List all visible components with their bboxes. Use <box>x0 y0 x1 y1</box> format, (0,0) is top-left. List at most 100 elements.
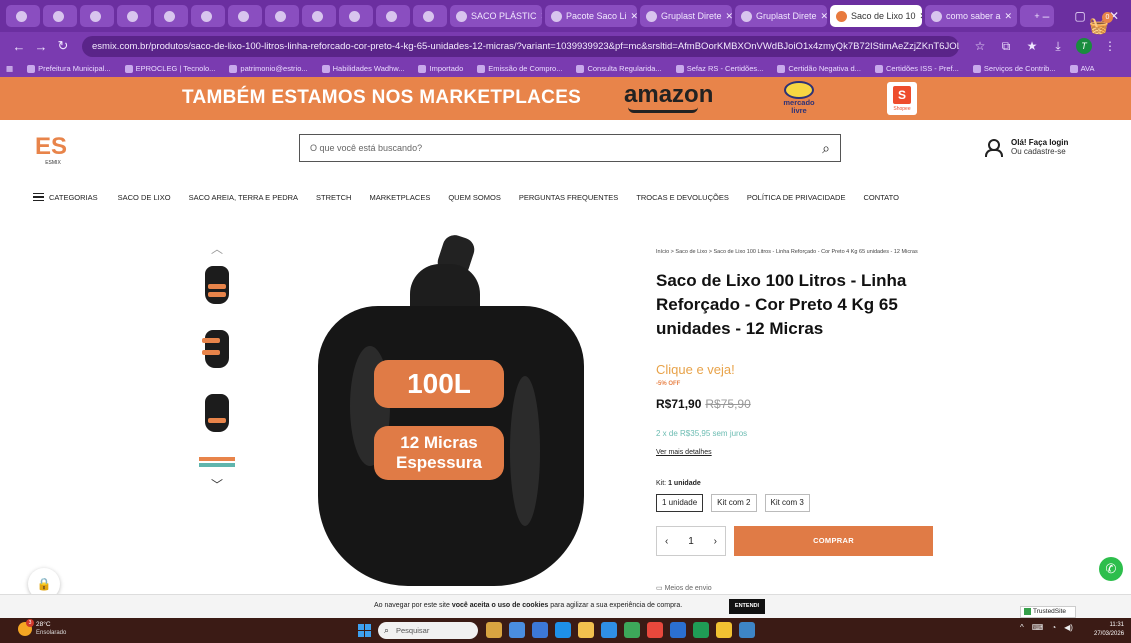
bookmark-item[interactable]: patrimonio@estrio... <box>229 64 308 73</box>
breadcrumb[interactable]: Início > Saco de Lixo > Saco de Lixo 100… <box>656 248 946 257</box>
bookmark-item[interactable]: Serviços de Contrib... <box>972 64 1056 73</box>
tab[interactable]: Pacote Saco Li ✕ <box>545 5 637 27</box>
tab-close-icon[interactable]: ✕ <box>916 11 922 22</box>
search-icon[interactable]: ⌕ <box>812 140 840 157</box>
edge-icon[interactable] <box>601 622 617 638</box>
tab-close-icon[interactable]: ✕ <box>537 11 542 22</box>
menu-icon[interactable]: ⋮ <box>1097 39 1123 53</box>
site-logo[interactable]: ES ESMIX <box>35 134 71 174</box>
whatsapp-app-icon[interactable] <box>624 622 640 638</box>
tab[interactable]: SACO PLÁSTIC✕ <box>450 5 542 27</box>
language-icon[interactable]: ⌨ <box>1032 623 1044 632</box>
increment-icon[interactable]: › <box>714 536 717 547</box>
excel-icon[interactable] <box>693 622 709 638</box>
bookmark-star-icon[interactable]: ☆ <box>967 39 993 53</box>
app-icon[interactable] <box>555 622 571 638</box>
forward-icon[interactable]: → <box>30 39 52 54</box>
nav-item-privacidade[interactable]: POLÍTICA DE PRIVACIDADE <box>747 193 846 202</box>
tab-pinned-12[interactable] <box>413 5 447 27</box>
bookmark-item[interactable]: Certidão Negativa d... <box>777 64 861 73</box>
extensions-icon[interactable]: ⧉ <box>993 39 1019 54</box>
bookmark-item[interactable]: Certidões ISS - Pref... <box>874 64 959 73</box>
back-icon[interactable]: ← <box>8 39 30 54</box>
login-label[interactable]: Olá! Faça login <box>1011 138 1068 147</box>
nav-item-stretch[interactable]: STRETCH <box>316 193 351 202</box>
promo-cta[interactable]: Clique e veja! <box>656 362 735 377</box>
bookmark-item[interactable]: Prefeitura Municipal... <box>27 64 111 73</box>
task-view-icon[interactable] <box>509 622 525 638</box>
bookmark-item[interactable]: Sefaz RS - Certidões... <box>675 64 763 73</box>
trusted-site-badge[interactable]: TrustedSite <box>1020 606 1076 618</box>
kit-option-1[interactable]: 1 unidade <box>656 494 704 512</box>
app-icon[interactable] <box>532 622 548 638</box>
tab-pinned-6[interactable] <box>191 5 225 27</box>
clock[interactable]: 11:31 27/03/2026 <box>1094 621 1124 639</box>
tab-pinned-3[interactable] <box>80 5 114 27</box>
tab-close-icon[interactable]: ✕ <box>1001 11 1013 22</box>
downloads-icon[interactable]: ⤓ <box>1045 39 1071 54</box>
chevron-up-icon[interactable]: ^ <box>1020 623 1024 632</box>
chrome-icon[interactable] <box>647 622 663 638</box>
reload-icon[interactable]: ↻ <box>52 38 74 54</box>
tab-close-icon[interactable]: ✕ <box>722 11 732 22</box>
windows-start-icon[interactable] <box>358 624 371 637</box>
register-label[interactable]: Ou cadastre-se <box>1011 147 1068 156</box>
photos-icon[interactable] <box>739 622 755 638</box>
tab-pinned-9[interactable] <box>302 5 336 27</box>
thumbnail-3[interactable] <box>202 390 232 436</box>
chevron-up-icon[interactable]: ︿ <box>211 240 223 257</box>
tab-pinned-1[interactable] <box>6 5 40 27</box>
apps-grid-icon[interactable]: ▦ <box>6 64 13 73</box>
nav-item-quem-somos[interactable]: QUEM SOMOS <box>448 193 501 202</box>
amazon-logo[interactable]: amazon <box>624 81 713 109</box>
nav-item-perguntas[interactable]: PERGUNTAS FREQUENTES <box>519 193 618 202</box>
tab-pinned-5[interactable] <box>154 5 188 27</box>
chevron-down-icon[interactable]: ﹀ <box>211 476 223 493</box>
favorites-icon[interactable]: ★ <box>1019 39 1045 53</box>
tab-pinned-2[interactable] <box>43 5 77 27</box>
product-main-image[interactable]: 100L 12 Micras Espessura <box>300 232 600 588</box>
bookmark-item[interactable]: AVA <box>1069 64 1095 73</box>
tab-close-icon[interactable]: ✕ <box>627 11 637 22</box>
kit-option-3[interactable]: Kit com 3 <box>764 494 810 512</box>
nav-item-saco-de-lixo[interactable]: SACO DE LIXO <box>118 193 171 202</box>
thumbnail-4[interactable] <box>199 457 235 469</box>
account-link[interactable]: Olá! Faça login Ou cadastre-se <box>985 138 1068 157</box>
profile-avatar[interactable]: T <box>1071 38 1097 54</box>
shipping-methods[interactable]: ▭ Meios de envio <box>656 584 712 592</box>
tab-close-icon[interactable]: ✕ <box>817 11 827 22</box>
thumbnail-2[interactable] <box>202 326 232 372</box>
weather-widget[interactable]: 3 28°C Ensolarado <box>18 619 66 637</box>
file-explorer-icon[interactable] <box>578 622 594 638</box>
nav-item-contato[interactable]: CONTATO <box>863 193 898 202</box>
bookmark-item[interactable]: Habilidades Wadhw... <box>321 64 404 73</box>
minimize-icon[interactable]: – <box>1029 9 1063 23</box>
tab-pinned-11[interactable] <box>376 5 410 27</box>
volume-icon[interactable]: ◀) <box>1064 623 1073 632</box>
bookmark-item[interactable]: EPROCLEG | Tecnolo... <box>124 64 215 73</box>
url-field[interactable]: esmix.com.br/produtos/saco-de-lixo-100-l… <box>82 35 959 57</box>
decrement-icon[interactable]: ‹ <box>665 536 668 547</box>
marketplaces-banner[interactable]: TAMBÉM ESTAMOS NOS MARKETPLACES amazon m… <box>0 77 1131 120</box>
tab[interactable]: como saber a ✕ <box>925 5 1017 27</box>
nav-item-marketplaces[interactable]: MARKETPLACES <box>369 193 430 202</box>
app-icon[interactable] <box>670 622 686 638</box>
tab-pinned-8[interactable] <box>265 5 299 27</box>
kit-option-2[interactable]: Kit com 2 <box>711 494 757 512</box>
tab-pinned-4[interactable] <box>117 5 151 27</box>
mercado-livre-logo[interactable]: mercado livre <box>776 81 822 115</box>
shopee-logo[interactable]: S Shopee <box>887 82 917 115</box>
thumbnail-1[interactable] <box>202 262 232 308</box>
tab[interactable]: Gruplast Direte ✕ <box>640 5 732 27</box>
bookmark-item[interactable]: Importado <box>418 64 463 73</box>
widget-icon[interactable] <box>486 622 502 638</box>
tab-pinned-7[interactable] <box>228 5 262 27</box>
search-input[interactable] <box>310 143 812 153</box>
nav-item-trocas[interactable]: TROCAS E DEVOLUÇÕES <box>636 193 729 202</box>
app-icon[interactable] <box>716 622 732 638</box>
tab-pinned-10[interactable] <box>339 5 373 27</box>
cookie-accept-button[interactable]: ENTENDI <box>729 599 765 614</box>
whatsapp-icon[interactable]: ✆ <box>1099 557 1123 581</box>
categories-menu[interactable]: CATEGORIAS <box>33 191 98 204</box>
bookmark-item[interactable]: Emissão de Compro... <box>477 64 562 73</box>
